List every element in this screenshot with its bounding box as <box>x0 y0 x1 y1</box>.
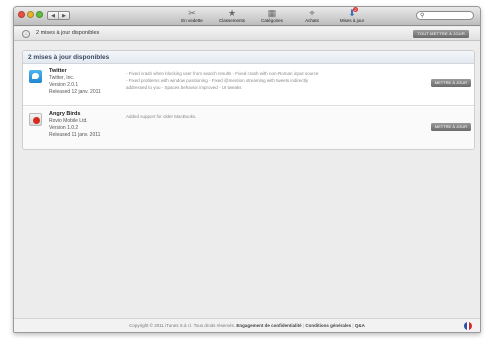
footer-text: Copyright © 2011 iTunes S.à r.l. Tous dr… <box>14 323 480 328</box>
forward-arrow-icon: ▶ <box>62 12 66 19</box>
search-icon: ⚲ <box>420 13 425 19</box>
twitter-app-icon[interactable] <box>29 70 42 83</box>
forward-button[interactable]: ▶ <box>58 12 69 19</box>
featured-icon: ✂ <box>188 8 196 18</box>
app-info: Twitter Twitter, Inc. Version 2.0.1 Rele… <box>49 68 101 96</box>
app-developer[interactable]: Rovio Mobile Ltd. <box>49 118 100 125</box>
zoom-window-button[interactable] <box>36 11 43 18</box>
categories-icon: ▦ <box>267 8 277 18</box>
faq-link[interactable]: Q&A <box>355 323 365 328</box>
copyright-text: Copyright © 2011 iTunes S.à r.l. Tous dr… <box>129 323 236 328</box>
update-row-angry-birds: Angry Birds Rovio Mobile Ltd. Version 1.… <box>23 107 474 149</box>
app-name-link[interactable]: Angry Birds <box>49 111 100 118</box>
history-navigation: ◀ ▶ <box>47 11 70 20</box>
tab-label: Mises à jour <box>339 18 365 23</box>
title-bar: ◀ ▶ ✂ En vedette ★ Classements ▦ Catégor… <box>14 7 480 26</box>
tab-label: En vedette <box>181 18 203 23</box>
tab-featured[interactable]: ✂ En vedette <box>174 8 210 25</box>
app-info: Angry Birds Rovio Mobile Ltd. Version 1.… <box>49 111 100 139</box>
update-button[interactable]: METTRE À JOUR <box>430 123 471 131</box>
panel-header: 2 mises à jour disponibles <box>23 51 474 64</box>
france-flag-icon[interactable] <box>464 322 472 330</box>
tab-purchases[interactable]: ⌖ Achats <box>294 8 330 25</box>
purchases-icon: ⌖ <box>309 8 315 18</box>
updates-count-badge: 2 <box>352 7 359 12</box>
tab-label: Classements <box>218 18 245 23</box>
search-input[interactable]: ⚲ <box>416 11 474 20</box>
back-button[interactable]: ◀ <box>48 12 58 19</box>
app-developer[interactable]: Twitter, Inc. <box>49 75 101 82</box>
tab-top-charts[interactable]: ★ Classements <box>214 8 250 25</box>
update-button[interactable]: METTRE À JOUR <box>430 79 471 87</box>
panel-title: 2 mises à jour disponibles <box>28 54 110 61</box>
footer-separator: | <box>302 323 305 328</box>
updates-header-bar: ↓ 2 mises à jour disponibles TOUT METTRE… <box>14 27 480 41</box>
toolbar-tabs: ✂ En vedette ★ Classements ▦ Catégories … <box>174 7 370 25</box>
updates-panel: 2 mises à jour disponibles Twitter Twitt… <box>22 50 475 150</box>
app-store-window: ◀ ▶ ✂ En vedette ★ Classements ▦ Catégor… <box>13 6 481 333</box>
footer: Copyright © 2011 iTunes S.à r.l. Tous dr… <box>14 318 480 332</box>
app-version: Version 1.0.2 <box>49 125 79 131</box>
tab-updates[interactable]: ⬇ 2 Mises à jour <box>334 7 370 25</box>
tab-label: Achats <box>305 18 319 23</box>
close-window-button[interactable] <box>18 11 25 18</box>
terms-link[interactable]: Conditions générales <box>305 323 351 328</box>
app-release-date: Released 12 janv. 2011 <box>49 89 101 95</box>
star-icon: ★ <box>227 8 237 18</box>
angry-birds-app-icon[interactable] <box>29 113 42 126</box>
app-name-link[interactable]: Twitter <box>49 68 101 75</box>
update-row-twitter: Twitter Twitter, Inc. Version 2.0.1 Rele… <box>23 64 474 106</box>
back-arrow-icon: ◀ <box>51 12 55 19</box>
tab-label: Catégories <box>261 18 283 23</box>
app-release-date: Released 11 janv. 2011 <box>49 132 101 138</box>
release-notes: Added support for older MacBooks. <box>126 114 197 119</box>
updates-summary: 2 mises à jour disponibles <box>36 30 100 36</box>
tab-categories[interactable]: ▦ Catégories <box>254 8 290 25</box>
app-version: Version 2.0.1 <box>49 82 79 88</box>
privacy-link[interactable]: Engagement de confidentialité <box>236 323 301 328</box>
update-all-button[interactable]: TOUT METTRE À JOUR <box>413 30 469 38</box>
release-notes: - Fixed crash when blocking user from se… <box>126 71 319 90</box>
minimize-window-button[interactable] <box>27 11 34 18</box>
footer-separator: | <box>352 323 354 328</box>
download-icon: ↓ <box>22 30 30 38</box>
